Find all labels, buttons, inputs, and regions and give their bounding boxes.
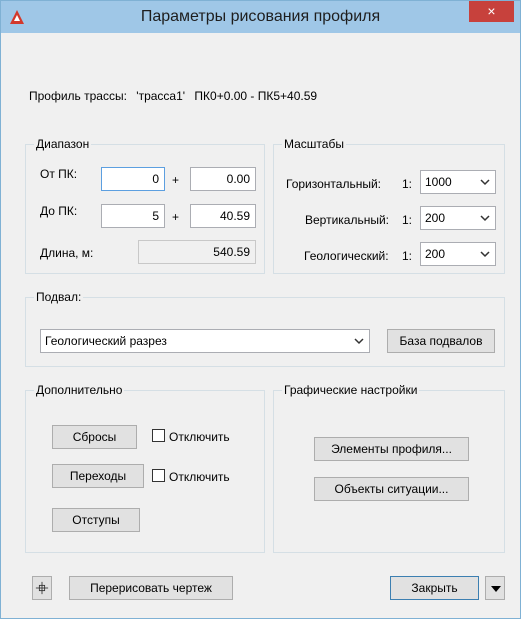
graphics-group: Графические настройки Элементы профиля..…: [273, 383, 505, 553]
triangle-down-icon: [491, 586, 501, 592]
from-pk-field[interactable]: 0: [101, 167, 165, 191]
close-window-button[interactable]: ×: [469, 1, 514, 22]
vertical-scale-label: Вертикальный:: [305, 213, 390, 227]
range-group-title: Диапазон: [34, 137, 92, 151]
horizontal-scale-label: Горизонтальный:: [286, 177, 381, 191]
graphics-group-title: Графические настройки: [282, 383, 420, 397]
chevron-down-icon: [480, 215, 490, 222]
profile-name: 'трасса1': [136, 89, 186, 103]
transitions-disable-checkbox[interactable]: [152, 469, 165, 482]
basement-selected-value: Геологический разрез: [45, 334, 167, 348]
length-label: Длина, м:: [40, 246, 94, 260]
horizontal-scale-select[interactable]: 1000: [420, 170, 496, 194]
dialog-window: Параметры рисования профиля × Профиль тр…: [0, 0, 521, 619]
basement-base-button[interactable]: База подвалов: [387, 329, 495, 353]
to-offset-field[interactable]: 40.59: [190, 204, 256, 228]
profile-info: Профиль трассы: 'трасса1' ПК0+0.00 - ПК5…: [29, 89, 323, 103]
to-plus-sign: +: [172, 210, 180, 224]
from-plus-sign: +: [172, 173, 180, 187]
geological-scale-value: 200: [425, 247, 446, 261]
vertical-scale-prefix: 1:: [402, 213, 413, 227]
close-menu-dropdown[interactable]: [485, 576, 505, 600]
title-bar[interactable]: Параметры рисования профиля ×: [1, 1, 520, 33]
chevron-down-icon: [354, 338, 364, 345]
geological-scale-select[interactable]: 200: [420, 242, 496, 266]
geological-scale-label: Геологический:: [304, 249, 389, 263]
close-icon: ×: [487, 3, 496, 19]
transitions-disable-label[interactable]: Отключить: [169, 470, 230, 484]
situation-objects-button[interactable]: Объекты ситуации...: [314, 477, 469, 501]
scales-group-title: Масштабы: [282, 137, 346, 151]
transitions-button[interactable]: Переходы: [52, 464, 144, 488]
chevron-down-icon: [480, 179, 490, 186]
range-group: Диапазон От ПК: 0 + 0.00 До ПК: 5 + 40.5…: [25, 137, 265, 274]
additional-group-title: Дополнительно: [34, 383, 125, 397]
basement-group: Подвал: Геологический разрез База подвал…: [25, 290, 505, 367]
vertical-scale-select[interactable]: 200: [420, 206, 496, 230]
drops-disable-checkbox[interactable]: [152, 429, 165, 442]
basement-group-title: Подвал:: [34, 290, 84, 304]
horizontal-scale-value: 1000: [425, 175, 452, 189]
additional-group: Дополнительно Сбросы Отключить Переходы …: [25, 383, 265, 553]
offsets-button[interactable]: Отступы: [52, 508, 140, 532]
geological-scale-prefix: 1:: [402, 249, 413, 263]
redraw-drawing-button[interactable]: Перерисовать чертеж: [69, 576, 233, 600]
vertical-scale-value: 200: [425, 211, 446, 225]
drops-disable-label[interactable]: Отключить: [169, 430, 230, 444]
length-field: 540.59: [138, 240, 256, 264]
to-pk-label: До ПК:: [40, 204, 78, 218]
profile-elements-button[interactable]: Элементы профиля...: [314, 437, 469, 461]
profile-label: Профиль трассы:: [29, 89, 127, 103]
to-pk-field[interactable]: 5: [101, 204, 165, 228]
chevron-down-icon: [480, 251, 490, 258]
scales-group: Масштабы Горизонтальный: 1: 1000 Вертика…: [273, 137, 505, 274]
horizontal-scale-prefix: 1:: [402, 177, 413, 191]
close-button[interactable]: Закрыть: [390, 576, 479, 600]
pick-point-button[interactable]: [32, 576, 52, 600]
crosshair-icon: [35, 581, 49, 595]
drops-button[interactable]: Сбросы: [52, 425, 137, 449]
window-title: Параметры рисования профиля: [140, 8, 381, 25]
from-pk-label: От ПК:: [40, 167, 78, 181]
from-offset-field[interactable]: 0.00: [190, 167, 256, 191]
basement-select[interactable]: Геологический разрез: [40, 329, 370, 353]
profile-range: ПК0+0.00 - ПК5+40.59: [194, 89, 318, 103]
